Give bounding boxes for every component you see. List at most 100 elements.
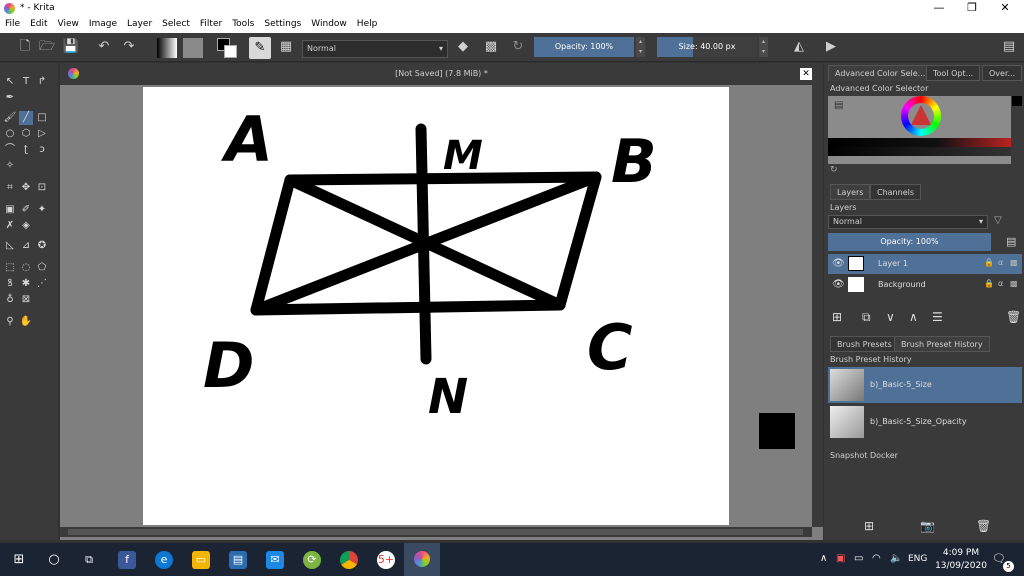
task-view-icon[interactable]: ⧉ — [80, 551, 98, 569]
menu-file[interactable]: File — [0, 17, 25, 33]
move-layer-up-icon[interactable]: ∧ — [909, 310, 918, 324]
select-shapes-icon[interactable]: ↖ — [3, 75, 17, 89]
layer-opacity-slider[interactable]: Opacity: 100% — [828, 233, 991, 251]
volume-icon[interactable]: 🔈 — [890, 553, 902, 564]
file-explorer-icon[interactable]: ▭ — [192, 551, 210, 569]
current-color-swatch[interactable] — [1012, 96, 1022, 106]
bezier-tool-icon[interactable]: ⌒ — [3, 143, 17, 157]
tab-advanced-color-selector[interactable]: Advanced Color Sele... — [828, 65, 933, 81]
multibrush-icon[interactable]: ✧ — [3, 159, 17, 173]
alpha-icon[interactable]: α — [998, 258, 1003, 267]
mail-icon[interactable]: ✉ — [266, 551, 284, 569]
menu-edit[interactable]: Edit — [25, 17, 52, 33]
ellipse-tool-icon[interactable]: ○ — [3, 127, 17, 141]
menu-filter[interactable]: Filter — [195, 17, 227, 33]
layer-options-icon[interactable]: ▤ — [1006, 235, 1016, 248]
antivirus-icon[interactable]: ▣ — [836, 553, 845, 564]
color-selector-panel[interactable]: ▤ — [828, 96, 1011, 164]
docker-menu-icon[interactable]: ▤ — [1000, 38, 1018, 56]
brush-preset-icon[interactable]: ✎ — [249, 37, 271, 59]
inherit-alpha-icon[interactable]: ▩ — [1010, 258, 1018, 267]
color-wheel[interactable] — [901, 96, 941, 136]
size-stepper[interactable]: ▴ ▾ — [759, 37, 768, 57]
tab-channels[interactable]: Channels — [870, 184, 922, 200]
brush-grid-icon[interactable]: ▦ — [277, 38, 295, 56]
color-history-bar[interactable] — [828, 138, 1011, 147]
alpha-icon[interactable]: α — [998, 279, 1003, 288]
gradient-preset-icon[interactable] — [157, 38, 177, 58]
menu-layer[interactable]: Layer — [122, 17, 157, 33]
menu-help[interactable]: Help — [352, 17, 383, 33]
gradient-tool-icon[interactable]: ▣ — [3, 203, 17, 217]
pan-tool-icon[interactable]: ✋ — [19, 315, 33, 329]
tab-layers[interactable]: Layers — [830, 184, 871, 200]
duplicate-layer-icon[interactable]: ⧉ — [862, 310, 871, 325]
color-menu-icon[interactable]: ▤ — [834, 100, 843, 111]
menu-window[interactable]: Window — [306, 17, 352, 33]
layer-blend-select[interactable]: Normal ▾ — [828, 215, 988, 229]
app-icon[interactable]: ⟳ — [303, 551, 321, 569]
size-slider[interactable]: Size: 40.00 px — [657, 37, 757, 57]
drawing-canvas[interactable]: A B C D M N — [143, 87, 729, 525]
polygon-select-icon[interactable]: ⬠ — [35, 261, 49, 275]
layer-row[interactable]: 👁 Background 🔒 α ▩ — [828, 275, 1022, 295]
inherit-alpha-icon[interactable]: ▩ — [1010, 279, 1018, 288]
save-icon[interactable]: 💾 — [62, 38, 80, 56]
delete-layer-icon[interactable]: 🗑 — [1006, 310, 1021, 324]
tab-overview[interactable]: Over... — [982, 65, 1023, 81]
opacity-stepper[interactable]: ▴ ▾ — [636, 37, 645, 57]
windows-start-icon[interactable]: ⊞ — [10, 551, 28, 569]
text-tool-icon[interactable]: T — [19, 75, 33, 89]
dynamic-brush-icon[interactable]: ↄ — [35, 143, 49, 157]
bezier-select-icon[interactable]: ♁ — [3, 293, 17, 307]
mirror-vertical-icon[interactable]: ▶ — [822, 38, 840, 56]
tab-brush-presets[interactable]: Brush Presets — [830, 336, 899, 352]
horizontal-scrollbar[interactable] — [60, 527, 812, 537]
maximize-button[interactable]: ❐ — [955, 0, 989, 17]
assistant-tool-icon[interactable]: ◺ — [3, 239, 17, 253]
document-tab[interactable]: [Not Saved] (7.8 MiB) * ✕ — [60, 63, 823, 85]
language-indicator[interactable]: ENG — [908, 554, 927, 564]
tab-brush-preset-history[interactable]: Brush Preset History — [894, 336, 990, 352]
list-item[interactable]: b)_Basic-5_Size — [828, 367, 1022, 403]
blend-mode-select[interactable]: Normal ▾ — [302, 40, 448, 58]
polyline-tool-icon[interactable]: ▷ — [35, 127, 49, 141]
wifi-icon[interactable]: ◠ — [872, 553, 881, 564]
menu-select[interactable]: Select — [157, 17, 195, 33]
close-document-icon[interactable]: ✕ — [800, 68, 812, 80]
calligraphy-icon[interactable]: ✒ — [3, 91, 17, 105]
smart-patch-icon[interactable]: ✦ — [35, 203, 49, 217]
menu-settings[interactable]: Settings — [259, 17, 306, 33]
store-icon[interactable]: ▤ — [229, 551, 247, 569]
edit-shapes-icon[interactable]: ↱ — [35, 75, 49, 89]
chrome-icon[interactable] — [340, 551, 358, 569]
layer-properties-icon[interactable]: ☰ — [932, 310, 943, 324]
pattern-preset-icon[interactable] — [183, 38, 203, 58]
redo-icon[interactable]: ↷ — [120, 38, 138, 56]
eye-icon[interactable]: 👁 — [832, 279, 845, 290]
close-window-button[interactable]: ✕ — [988, 0, 1022, 17]
notification-app-icon[interactable]: 5+ — [377, 551, 395, 569]
new-document-icon[interactable]: 🗋 — [16, 38, 34, 56]
polygon-tool-icon[interactable]: ⬡ — [19, 127, 33, 141]
freehand-path-icon[interactable]: ʈ — [19, 143, 33, 157]
eraser-icon[interactable]: ◆ — [454, 38, 472, 56]
clock-date[interactable]: 13/09/2020 — [934, 561, 988, 571]
transform-tool-icon[interactable]: ⊡ — [35, 181, 49, 195]
scrollbar-thumb[interactable] — [68, 529, 803, 535]
preserve-alpha-icon[interactable]: ▩ — [482, 38, 500, 56]
open-document-icon[interactable]: 🗁 — [38, 38, 56, 56]
minimize-button[interactable]: — — [922, 0, 956, 17]
facebook-icon[interactable]: f — [118, 551, 136, 569]
similar-select-icon[interactable]: ⋰ — [35, 277, 49, 291]
reference-tool-icon[interactable]: ✪ — [35, 239, 49, 253]
clock-time[interactable]: 4:09 PM — [938, 548, 984, 558]
bucket-fill-icon[interactable]: ◈ — [19, 219, 33, 233]
edge-browser-icon[interactable]: e — [155, 551, 173, 569]
ellipse-select-icon[interactable]: ◌ — [19, 261, 33, 275]
color-picker-icon[interactable]: ✐ — [19, 203, 33, 217]
lock-icon[interactable]: 🔒 — [984, 258, 994, 267]
fill-tool-icon[interactable]: ✗ — [3, 219, 17, 233]
refresh-icon[interactable]: ↻ — [830, 165, 838, 175]
freehand-brush-icon[interactable]: 🖌 — [3, 111, 17, 125]
